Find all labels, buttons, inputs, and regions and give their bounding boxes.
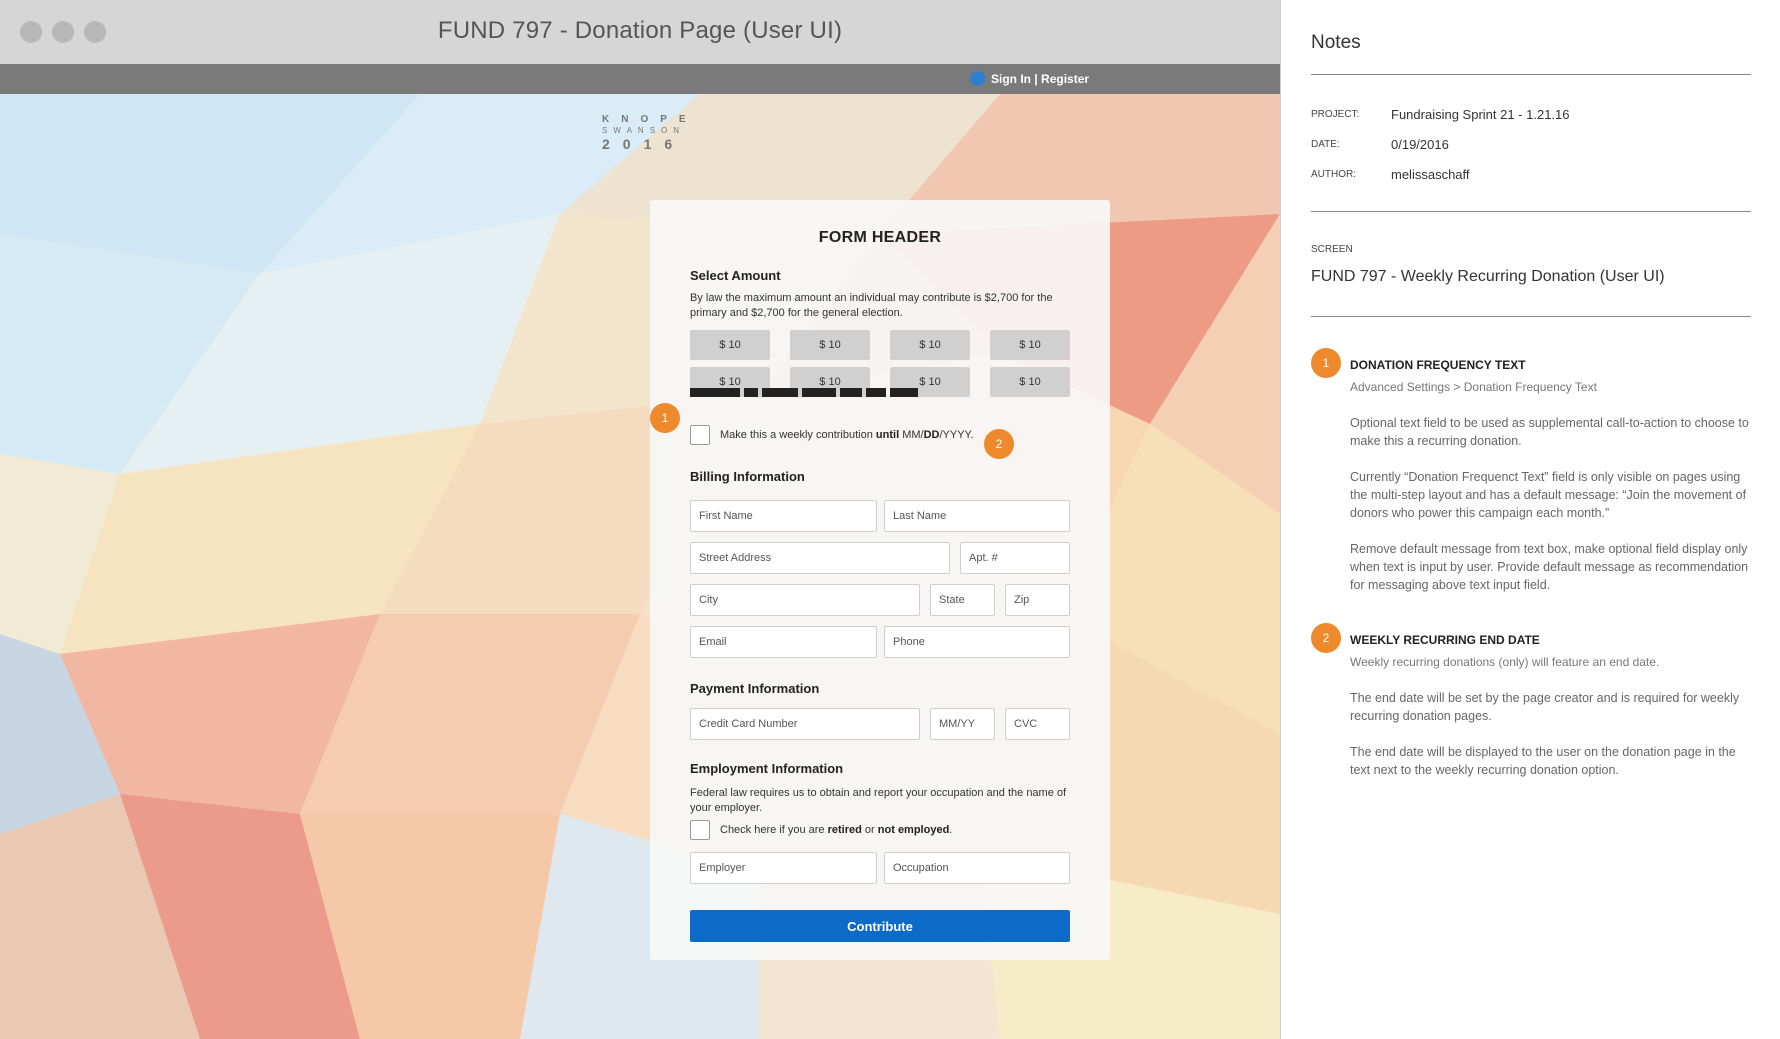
note-badge-1: 1: [1311, 348, 1341, 378]
credit-card-field[interactable]: Credit Card Number: [690, 708, 920, 740]
redacted-frequency-text: [690, 388, 918, 397]
campaign-logo: KNOPE SWANSON 2016: [602, 114, 698, 152]
billing-title: Billing Information: [690, 469, 805, 484]
window-title: FUND 797 - Donation Page (User UI): [437, 17, 843, 44]
occupation-field[interactable]: Occupation: [884, 852, 1070, 884]
note-badge-2: 2: [1311, 623, 1341, 653]
employer-field[interactable]: Employer: [690, 852, 877, 884]
logo-line-3: 2016: [602, 136, 686, 152]
note-subheading: Advanced Settings > Donation Frequency T…: [1350, 380, 1597, 394]
amount-button[interactable]: $ 10: [790, 330, 870, 360]
amount-button[interactable]: $ 10: [990, 367, 1070, 397]
meta-value: Fundraising Sprint 21 - 1.21.16: [1391, 107, 1570, 122]
donation-form: FORM HEADER Select Amount By law the max…: [650, 200, 1110, 960]
retired-checkbox[interactable]: [690, 820, 710, 840]
last-name-field[interactable]: Last Name: [884, 500, 1070, 532]
meta-value: melissaschaff: [1391, 167, 1470, 182]
street-address-field[interactable]: Street Address: [690, 542, 950, 574]
meta-key: DATE:: [1311, 139, 1340, 150]
top-nav-bar: Sign In | Register: [0, 64, 1280, 94]
signin-label: Sign In | Register: [991, 71, 1090, 86]
weekly-contribution-checkbox[interactable]: [690, 425, 710, 445]
note-heading: WEEKLY RECURRING END DATE: [1350, 633, 1540, 647]
note-heading: DONATION FREQUENCY TEXT: [1350, 358, 1526, 372]
note-paragraph: Remove default message from text box, ma…: [1350, 542, 1749, 592]
weekly-contribution-label: Make this a weekly contribution until MM…: [720, 429, 974, 441]
select-amount-title: Select Amount: [690, 268, 781, 283]
annotation-badge-2: 2: [984, 429, 1014, 459]
select-amount-description: By law the maximum amount an individual …: [690, 292, 1053, 319]
amount-button[interactable]: $ 10: [690, 330, 770, 360]
expiry-field[interactable]: MM/YY: [930, 708, 995, 740]
retired-label: Check here if you are retired or not emp…: [720, 824, 953, 836]
note-paragraph: The end date will be set by the page cre…: [1350, 691, 1740, 723]
page-background: KNOPE SWANSON 2016 FORM HEADER Select Am…: [0, 94, 1280, 1039]
browser-window: FUND 797 - Donation Page (User UI) Sign …: [0, 0, 1280, 1039]
city-field[interactable]: City: [690, 584, 920, 616]
logo-line-1: KNOPE: [602, 114, 698, 125]
contribute-button[interactable]: Contribute: [690, 910, 1070, 942]
amount-button[interactable]: $ 10: [990, 330, 1070, 360]
cvc-field[interactable]: CVC: [1005, 708, 1070, 740]
note-paragraph: The end date will be displayed to the us…: [1350, 745, 1736, 777]
meta-key: AUTHOR:: [1311, 169, 1356, 180]
globe-icon: [970, 71, 985, 86]
notes-panel: Notes PROJECT: Fundraising Sprint 21 - 1…: [1280, 0, 1780, 1039]
notes-title: Notes: [1311, 32, 1361, 53]
note-paragraph: Currently “Donation Frequenct Text” fiel…: [1350, 470, 1747, 520]
email-field[interactable]: Email: [690, 626, 877, 658]
meta-key: PROJECT:: [1311, 109, 1360, 120]
employment-title: Employment Information: [690, 761, 844, 776]
state-field[interactable]: State: [930, 584, 995, 616]
apt-field[interactable]: Apt. #: [960, 542, 1070, 574]
divider: [1311, 316, 1751, 317]
divider: [1311, 211, 1751, 212]
signin-link[interactable]: Sign In | Register: [970, 71, 1089, 86]
window-titlebar: FUND 797 - Donation Page (User UI): [0, 0, 1280, 64]
divider: [1311, 74, 1751, 75]
first-name-field[interactable]: First Name: [690, 500, 877, 532]
form-header: FORM HEADER: [818, 229, 942, 246]
meta-author: AUTHOR: melissaschaff: [1311, 167, 1470, 182]
zip-field[interactable]: Zip: [1005, 584, 1070, 616]
meta-value: 0/19/2016: [1391, 137, 1449, 152]
note-paragraph: Optional text field to be used as supple…: [1350, 416, 1749, 448]
screen-name: FUND 797 - Weekly Recurring Donation (Us…: [1311, 268, 1665, 285]
amount-button[interactable]: $ 10: [890, 330, 970, 360]
meta-date: DATE: 0/19/2016: [1311, 137, 1449, 152]
annotation-badge-1: 1: [650, 403, 680, 433]
phone-field[interactable]: Phone: [884, 626, 1070, 658]
screen-label: SCREEN: [1311, 244, 1353, 255]
payment-title: Payment Information: [690, 681, 820, 696]
logo-line-2: SWANSON: [602, 126, 686, 135]
meta-project: PROJECT: Fundraising Sprint 21 - 1.21.16: [1311, 107, 1570, 122]
employment-description: Federal law requires us to obtain and re…: [690, 787, 1067, 814]
note-subheading: Weekly recurring donations (only) will f…: [1350, 655, 1660, 669]
